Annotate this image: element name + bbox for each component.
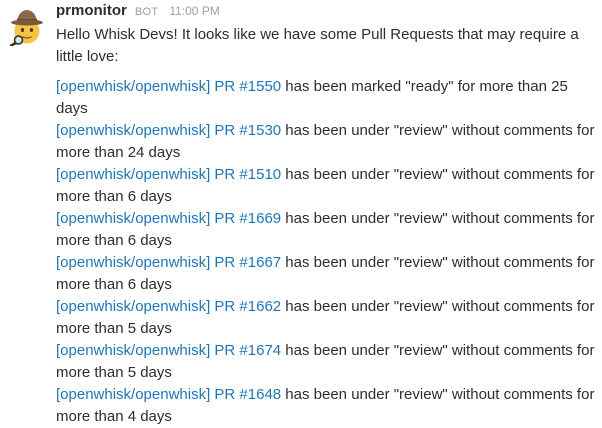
pr-item: [openwhisk/openwhisk] PR #1510 has been …: [56, 164, 600, 208]
pr-link[interactable]: [openwhisk/openwhisk] PR #1510: [56, 166, 281, 183]
greeting-text: Hello Whisk Devs! It looks like we have …: [56, 26, 579, 65]
pr-item: [openwhisk/openwhisk] PR #1662 has been …: [56, 296, 600, 340]
bot-badge: BOT: [134, 6, 159, 18]
pr-item: [openwhisk/openwhisk] PR #1530 has been …: [56, 120, 600, 164]
pr-item: [openwhisk/openwhisk] PR #1669 has been …: [56, 208, 600, 252]
pr-link[interactable]: [openwhisk/openwhisk] PR #1550: [56, 78, 281, 95]
message-content: prmonitor BOT 11:00 PM Hello Whisk Devs!…: [56, 2, 600, 428]
pr-item: [openwhisk/openwhisk] PR #1667 has been …: [56, 252, 600, 296]
bot-message: prmonitor BOT 11:00 PM Hello Whisk Devs!…: [0, 0, 602, 425]
pr-link[interactable]: [openwhisk/openwhisk] PR #1667: [56, 254, 281, 271]
pr-item: [openwhisk/openwhisk] PR #1550 has been …: [56, 76, 600, 120]
pr-item: [openwhisk/openwhisk] PR #1674 has been …: [56, 340, 600, 384]
detective-icon[interactable]: [8, 6, 46, 47]
sender-name[interactable]: prmonitor: [56, 2, 127, 19]
pr-link[interactable]: [openwhisk/openwhisk] PR #1669: [56, 210, 281, 227]
pr-item: [openwhisk/openwhisk] PR #1648 has been …: [56, 384, 600, 428]
pr-link[interactable]: [openwhisk/openwhisk] PR #1648: [56, 386, 281, 403]
timestamp[interactable]: 11:00 PM: [169, 4, 219, 18]
pr-link[interactable]: [openwhisk/openwhisk] PR #1530: [56, 122, 281, 139]
pr-list: [openwhisk/openwhisk] PR #1550 has been …: [56, 76, 600, 428]
pr-link[interactable]: [openwhisk/openwhisk] PR #1662: [56, 298, 281, 315]
pr-link[interactable]: [openwhisk/openwhisk] PR #1674: [56, 342, 281, 359]
message-header: prmonitor BOT 11:00 PM: [56, 2, 600, 24]
